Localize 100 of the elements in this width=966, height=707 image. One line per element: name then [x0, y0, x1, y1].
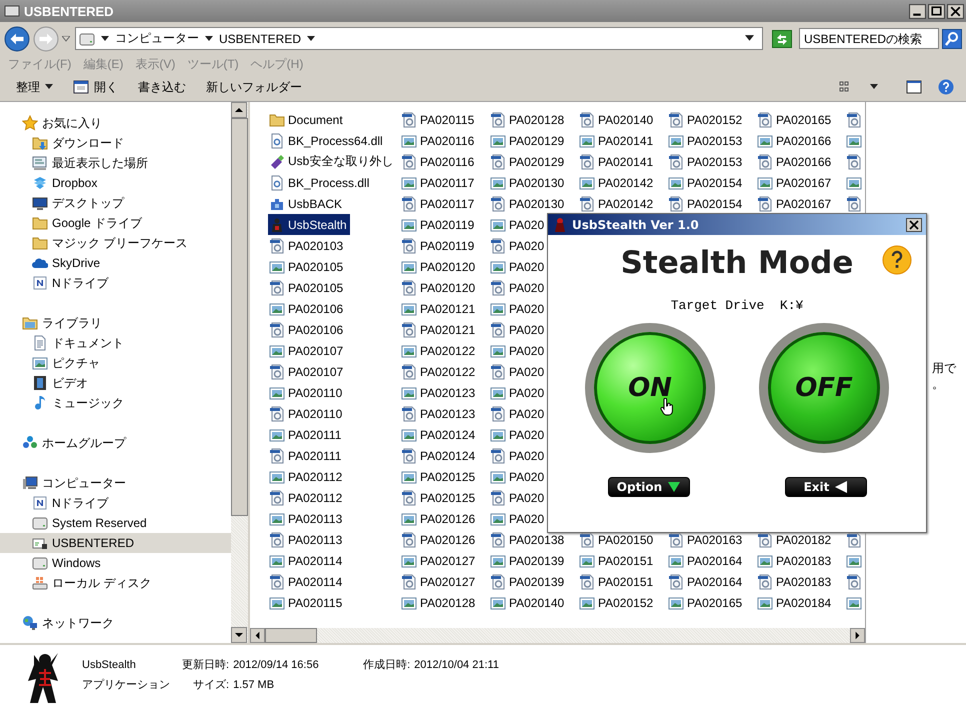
file-item[interactable]: PA020107	[268, 340, 346, 361]
sidebar-item[interactable]: ライブラリ	[0, 313, 231, 333]
file-item[interactable]: Document	[268, 109, 346, 130]
file-item[interactable]: PA020151	[578, 550, 656, 571]
file-item[interactable]: BK_Process64.dll	[268, 130, 386, 151]
file-item[interactable]: PA020125	[400, 487, 478, 508]
sidebar-item[interactable]: Nドライブ	[0, 273, 231, 293]
sidebar-item[interactable]: SkyDrive	[0, 253, 231, 273]
sidebar-item[interactable]: ネットワーク	[0, 613, 231, 633]
file-item[interactable]: PA020107	[268, 361, 346, 382]
power-switch[interactable]: OFF	[759, 323, 889, 453]
sidebar-item[interactable]: System Reserved	[0, 513, 231, 533]
file-item[interactable]: PA020124	[400, 424, 478, 445]
sidebar-item[interactable]: マジック ブリーフケース	[0, 233, 231, 253]
scroll-thumb[interactable]	[265, 628, 317, 643]
file-item[interactable]: PA020113	[268, 508, 346, 529]
toolbar-button[interactable]: 整理	[14, 76, 55, 98]
close-button[interactable]	[947, 4, 964, 18]
file-item[interactable]: PA020127	[400, 550, 478, 571]
scroll-right-button[interactable]	[850, 628, 865, 643]
file-item[interactable]: PA020122	[400, 361, 478, 382]
sidebar-item[interactable]: Google ドライブ	[0, 213, 231, 233]
search-field[interactable]: USBENTEREDの検索	[799, 28, 939, 49]
file-item[interactable]: UsbStealth	[268, 214, 350, 235]
file-item[interactable]: PA020122	[400, 340, 478, 361]
help-icon[interactable]	[882, 245, 912, 275]
file-item[interactable]: PA020	[489, 466, 548, 487]
file-item[interactable]: PA020140	[489, 592, 568, 613]
file-item[interactable]: PA020	[489, 340, 548, 361]
file-item[interactable]: PA020110	[268, 403, 346, 424]
minimize-button[interactable]	[909, 4, 926, 18]
file-item[interactable]: PA020128	[400, 592, 478, 613]
file-item[interactable]: PA020	[489, 277, 548, 298]
file-item[interactable]: PA020117	[400, 193, 478, 214]
file-item[interactable]: PA020114	[268, 571, 346, 592]
scrollbar[interactable]	[231, 102, 248, 643]
file-item[interactable]: PA020	[489, 235, 548, 256]
sidebar-item[interactable]: ホームグループ	[0, 433, 231, 453]
caret-icon[interactable]	[101, 36, 109, 42]
file-item[interactable]: PA020164	[667, 571, 746, 592]
file-item[interactable]: PA020139	[489, 571, 568, 592]
file-item[interactable]: PA020165	[667, 592, 746, 613]
file-item[interactable]: PA020153	[667, 130, 746, 151]
file-item[interactable]: PA020130	[489, 193, 568, 214]
file-item[interactable]: PA020183	[756, 571, 834, 592]
file-item[interactable]: PA020106	[268, 319, 346, 340]
sidebar-item[interactable]: 最近表示した場所	[0, 153, 231, 173]
file-item[interactable]: PA020111	[268, 445, 344, 466]
file-item[interactable]: PA020129	[489, 130, 568, 151]
sidebar-item[interactable]: ドキュメント	[0, 333, 231, 353]
file-item[interactable]: PA020114	[268, 550, 346, 571]
file-item[interactable]: PA020166	[756, 151, 834, 172]
file-item[interactable]: PA020121	[400, 319, 478, 340]
file-item[interactable]: PA020	[489, 487, 548, 508]
file-item[interactable]: UsbBACK	[268, 193, 346, 214]
file-item[interactable]: PA020105	[268, 256, 346, 277]
file-item[interactable]: PA020125	[400, 466, 478, 487]
scroll-thumb[interactable]	[231, 118, 248, 516]
toolbar-button[interactable]: 書き込む	[136, 76, 188, 98]
file-item[interactable]: PA020126	[400, 508, 478, 529]
file-item[interactable]: PA020142	[578, 172, 656, 193]
file-item[interactable]: PA020117	[400, 172, 478, 193]
file-item[interactable]: PA020152	[578, 592, 656, 613]
address-bar[interactable]: コンピューター USBENTERED	[75, 27, 763, 50]
close-button[interactable]	[906, 218, 922, 232]
scroll-down-button[interactable]	[231, 627, 247, 643]
file-item[interactable]: PA020116	[400, 151, 478, 172]
file-item[interactable]: PA020138	[489, 529, 568, 550]
maximize-button[interactable]	[928, 4, 945, 18]
file-item[interactable]: BK_Process.dll	[268, 172, 372, 193]
sidebar-item[interactable]: USBENTERED	[0, 533, 231, 553]
file-item[interactable]: PA020154	[667, 172, 746, 193]
file-item[interactable]: PA020	[489, 424, 548, 445]
breadcrumb[interactable]: USBENTERED	[219, 32, 302, 46]
sidebar-item[interactable]: ピクチャ	[0, 353, 231, 373]
file-item[interactable]: PA020124	[400, 445, 478, 466]
file-item[interactable]: PA020	[489, 508, 548, 529]
file-item[interactable]: PA020115	[268, 592, 346, 613]
file-item[interactable]: PA020116	[400, 130, 478, 151]
refresh-button[interactable]	[772, 30, 792, 48]
file-item[interactable]: PA020152	[667, 109, 746, 130]
file-item[interactable]: PA020	[489, 445, 548, 466]
file-item[interactable]: PA020120	[400, 277, 478, 298]
caret-icon[interactable]	[870, 84, 878, 90]
scroll-left-button[interactable]	[250, 628, 265, 643]
file-item[interactable]: Usb安全な取り外し	[268, 151, 396, 172]
sidebar-item[interactable]: お気に入り	[0, 113, 231, 133]
file-item[interactable]: PA020123	[400, 403, 478, 424]
toolbar-button[interactable]: 開く	[71, 76, 120, 98]
file-item[interactable]: PA020141	[578, 130, 656, 151]
sidebar-item[interactable]: デスクトップ	[0, 193, 231, 213]
file-item[interactable]: PA020	[489, 298, 548, 319]
file-item[interactable]: PA020130	[489, 172, 568, 193]
dialog-button[interactable]: Option	[608, 477, 690, 497]
file-item[interactable]: PA020142	[578, 193, 656, 214]
caret-icon[interactable]	[205, 36, 213, 42]
file-item[interactable]: PA020164	[667, 550, 746, 571]
file-item[interactable]: PA020166	[756, 130, 834, 151]
file-item[interactable]: PA020165	[756, 109, 834, 130]
file-item[interactable]: PA020128	[489, 109, 568, 130]
